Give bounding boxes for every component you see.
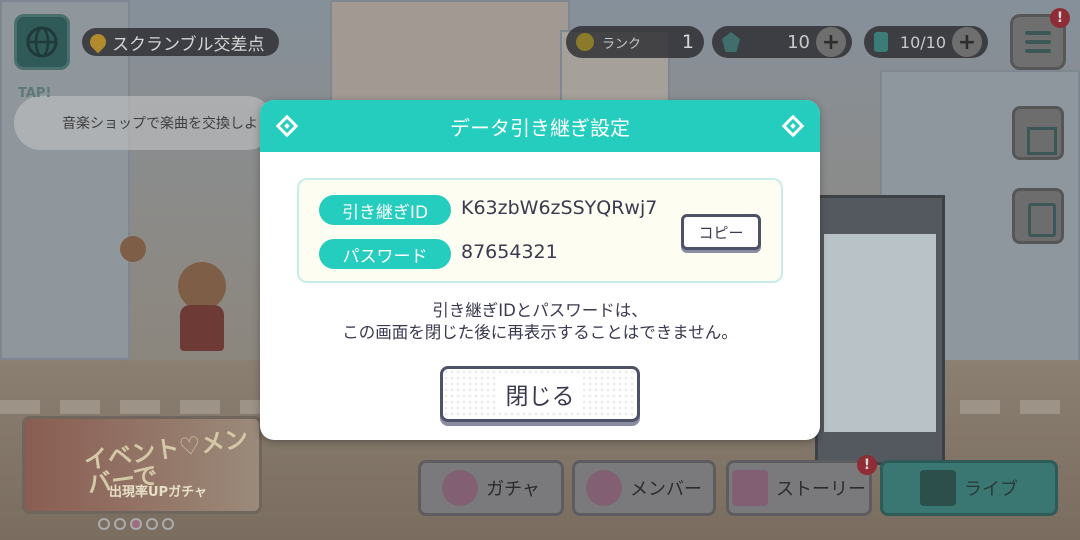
- nav-story-label: ストーリー: [776, 479, 866, 500]
- gacha-icon: [442, 470, 479, 506]
- energy-value: 10/10: [899, 32, 946, 52]
- billboard: [815, 195, 945, 465]
- missions-button[interactable]: [1012, 188, 1064, 244]
- nav-live-button[interactable]: ライブ: [880, 460, 1058, 516]
- location-indicator: スクランブル交差点: [82, 28, 279, 56]
- globe-icon: [26, 26, 58, 58]
- tap-hint-bubble[interactable]: 音楽ショップで楽曲を交換しよ: [14, 96, 274, 150]
- add-energy-button[interactable]: +: [952, 27, 982, 57]
- nav-member-label: メンバー: [630, 479, 702, 500]
- menu-alert-badge: !: [1050, 8, 1070, 28]
- npc-character-head: [178, 262, 226, 310]
- npc-character: [120, 236, 146, 262]
- warning-notice: 引き継ぎIDとパスワードは、 この画面を閉じた後に再表示することはできません。: [260, 300, 820, 344]
- story-alert-badge: !: [857, 455, 877, 475]
- crystal-value: 10: [787, 31, 810, 53]
- pager-dot[interactable]: [146, 518, 158, 530]
- diamond-ornament-icon: [275, 114, 299, 138]
- dialog-header: データ引き継ぎ設定: [260, 100, 820, 152]
- transfer-id-label: 引き継ぎID: [319, 195, 451, 225]
- data-transfer-dialog: データ引き継ぎ設定 引き継ぎID K63zbW6zSSYQRwj7 パスワード …: [260, 100, 820, 440]
- gacha-banner[interactable]: イベント♡メンバーで 出現率UPガチャ: [22, 416, 262, 514]
- rank-label: ランク: [602, 36, 642, 52]
- nav-gacha-button[interactable]: ガチャ: [418, 460, 564, 516]
- transfer-id-value: K63zbW6zSSYQRwj7: [461, 197, 658, 219]
- location-name: スクランブル交差点: [112, 34, 265, 55]
- gift-button[interactable]: [1012, 106, 1064, 160]
- rank-indicator: ランク 1: [566, 26, 704, 58]
- credentials-box: 引き継ぎID K63zbW6zSSYQRwj7 パスワード 87654321 コ…: [297, 178, 783, 283]
- pager-dot-active[interactable]: [130, 518, 142, 530]
- energy-counter: 10/10 +: [864, 26, 988, 58]
- nav-live-label: ライブ: [964, 479, 1018, 500]
- nav-story-button[interactable]: ストーリー !: [726, 455, 877, 516]
- password-value: 87654321: [461, 241, 558, 263]
- close-button[interactable]: 閉じる: [440, 366, 640, 422]
- add-crystal-button[interactable]: +: [816, 27, 846, 57]
- banner-pager[interactable]: [98, 518, 174, 530]
- crystal-icon: [722, 32, 740, 52]
- music-note-icon: [920, 470, 956, 506]
- npc-character-body: [180, 305, 224, 351]
- nav-member-button[interactable]: メンバー: [572, 460, 716, 516]
- pager-dot[interactable]: [98, 518, 110, 530]
- pager-dot[interactable]: [114, 518, 126, 530]
- banner-subtitle: 出現率UPガチャ: [109, 485, 207, 500]
- nav-gacha-label: ガチャ: [486, 479, 540, 500]
- password-label: パスワード: [319, 239, 451, 269]
- location-pin-icon: [86, 30, 110, 54]
- notice-line: 引き継ぎIDとパスワードは、: [432, 301, 648, 320]
- member-icon: [586, 470, 622, 506]
- music-note-icon: [576, 33, 594, 51]
- crystal-counter: 10 +: [712, 26, 852, 58]
- book-icon: [732, 470, 768, 506]
- copy-button[interactable]: コピー: [681, 214, 761, 250]
- close-button-label: 閉じる: [497, 377, 583, 411]
- hint-text: 音楽ショップで楽曲を交換しよ: [62, 116, 258, 132]
- dialog-title: データ引き継ぎ設定: [450, 115, 630, 140]
- pager-dot[interactable]: [162, 518, 174, 530]
- tap-label: TAP!: [18, 86, 52, 101]
- rank-value: 1: [681, 31, 694, 53]
- notice-line: この画面を閉じた後に再表示することはできません。: [342, 323, 738, 342]
- diamond-ornament-icon: [781, 114, 805, 138]
- energy-icon: [874, 32, 888, 52]
- world-map-button[interactable]: [14, 14, 70, 70]
